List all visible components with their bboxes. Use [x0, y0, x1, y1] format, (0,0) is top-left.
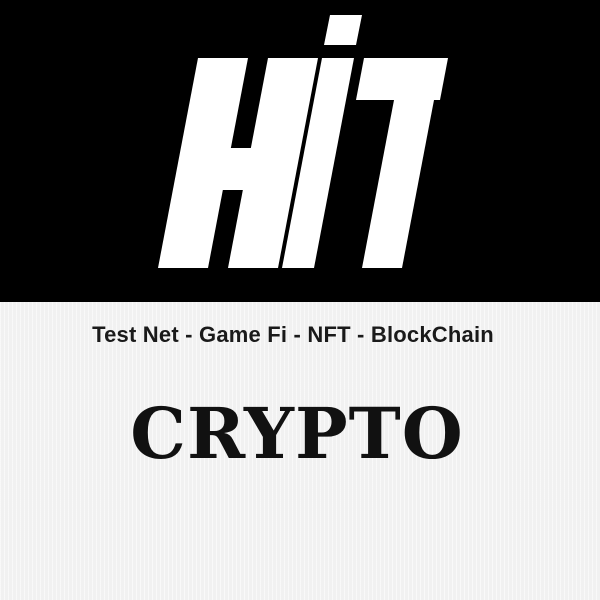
logo-t-stem [362, 100, 434, 268]
logo-i-dot [324, 15, 362, 45]
logo-t-top-bar [356, 58, 448, 100]
headline: CRYPTO [130, 392, 464, 475]
tagline: Test Net - Game Fi - NFT - BlockChain [92, 322, 494, 347]
hit-logo [0, 0, 600, 302]
hit-logo-graphic [158, 15, 448, 268]
logo-banner [0, 0, 600, 302]
